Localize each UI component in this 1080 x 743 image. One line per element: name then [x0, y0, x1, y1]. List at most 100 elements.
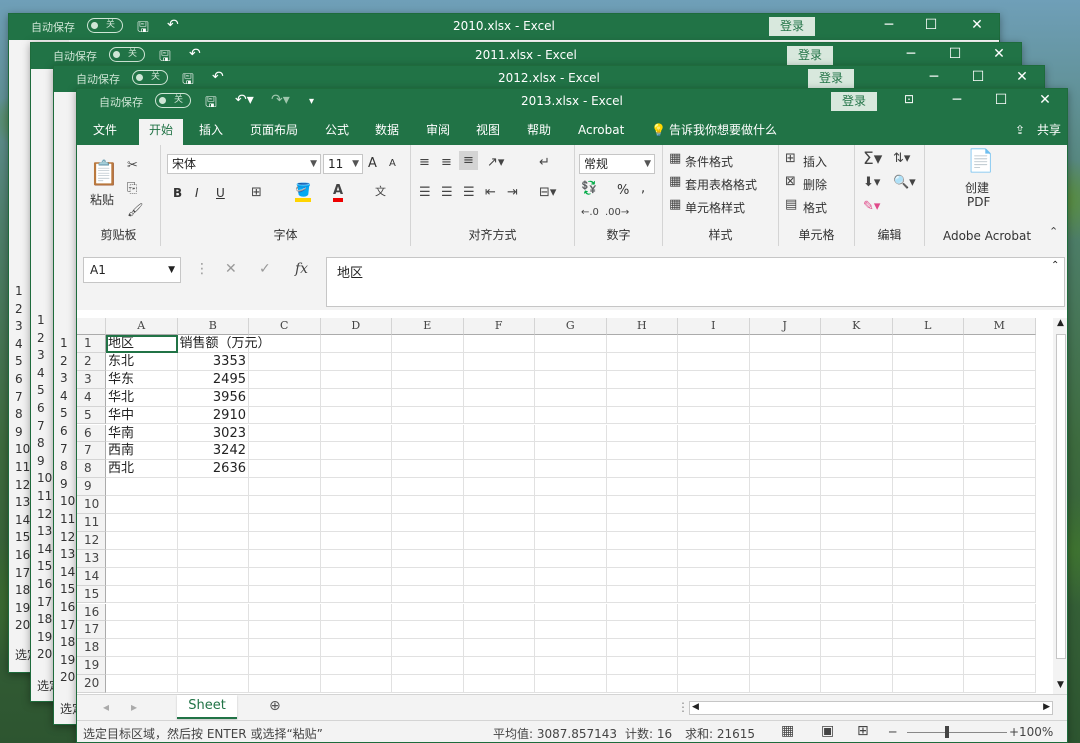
table-cell[interactable] [749, 388, 821, 407]
table-cell[interactable] [892, 621, 964, 640]
table-cell[interactable] [964, 567, 1036, 586]
table-cell[interactable] [964, 442, 1036, 461]
table-cell[interactable] [892, 531, 964, 550]
table-cell[interactable] [392, 675, 464, 693]
table-cell[interactable] [964, 531, 1036, 550]
table-cell[interactable] [749, 639, 821, 658]
tab-page-layout[interactable]: 页面布局 [250, 122, 298, 145]
table-cell[interactable] [678, 460, 750, 479]
table-cell[interactable] [606, 549, 678, 568]
normal-view-icon[interactable]: ▦ [781, 723, 794, 739]
table-cell[interactable] [320, 603, 392, 622]
table-cell[interactable] [392, 567, 464, 586]
table-cell[interactable] [749, 424, 821, 443]
table-cell[interactable] [320, 531, 392, 550]
table-cell[interactable] [892, 603, 964, 622]
table-cell[interactable] [678, 585, 750, 604]
table-cell[interactable] [535, 352, 607, 371]
phonetic-icon[interactable]: 文 [375, 183, 386, 199]
table-cell[interactable] [678, 406, 750, 425]
table-cell[interactable] [535, 478, 607, 497]
table-cell[interactable] [320, 406, 392, 425]
row-header[interactable]: 10 [77, 496, 106, 514]
table-cell[interactable] [749, 406, 821, 425]
borders-icon[interactable]: ⊞ [251, 185, 262, 200]
maximize-icon[interactable]: ☐ [991, 92, 1011, 108]
table-cell[interactable] [320, 567, 392, 586]
row-header[interactable]: 7 [77, 442, 106, 461]
align-right-icon[interactable]: ☰ [463, 185, 475, 200]
tab-formulas[interactable]: 公式 [325, 122, 349, 145]
align-top-icon[interactable]: ≡ [419, 155, 430, 170]
tab-home[interactable]: 开始 [139, 119, 184, 145]
scroll-left-icon[interactable]: ◀ [692, 702, 699, 712]
table-cell[interactable] [678, 531, 750, 550]
zoom-slider-thumb[interactable] [945, 726, 949, 738]
tab-review[interactable]: 审阅 [426, 122, 450, 145]
table-cell[interactable] [320, 370, 392, 389]
table-cell[interactable] [535, 335, 607, 353]
column-header[interactable]: L [892, 318, 964, 335]
table-cell[interactable]: 2910 [177, 406, 249, 425]
minimize-icon[interactable]: ─ [901, 46, 921, 62]
table-cell[interactable] [249, 496, 321, 514]
table-cell[interactable] [606, 442, 678, 461]
table-cell[interactable] [106, 531, 178, 550]
window-2013[interactable]: 自动保存 关 🖫 ↶▾ ↷▾ ▾ 2013.xlsx - Excel 登录 ⊡ … [76, 88, 1068, 743]
table-cell[interactable] [964, 603, 1036, 622]
table-cell[interactable] [463, 675, 535, 693]
column-header[interactable]: J [749, 318, 821, 335]
table-cell[interactable] [678, 370, 750, 389]
table-cell[interactable] [463, 585, 535, 604]
table-cell[interactable] [463, 514, 535, 532]
autosum-icon[interactable]: Σ▾ [863, 149, 882, 169]
column-header[interactable]: H [606, 318, 678, 335]
table-cell[interactable] [892, 406, 964, 425]
table-cell[interactable] [463, 496, 535, 514]
table-cell[interactable] [177, 675, 249, 693]
zoom-slider[interactable] [907, 732, 1007, 733]
table-cell[interactable] [892, 675, 964, 693]
align-left-icon[interactable]: ☰ [419, 185, 431, 200]
table-cell[interactable] [892, 352, 964, 371]
font-size-select[interactable]: 11 ▼ [323, 154, 363, 174]
next-sheet-icon[interactable]: ▸ [131, 700, 137, 714]
table-cell[interactable] [821, 567, 893, 586]
find-select-icon[interactable]: 🔍▾ [893, 175, 916, 190]
prev-sheet-icon[interactable]: ◂ [103, 700, 109, 714]
table-cell[interactable] [821, 352, 893, 371]
table-cell[interactable] [535, 442, 607, 461]
table-cell[interactable] [249, 478, 321, 497]
table-cell[interactable] [678, 603, 750, 622]
table-cell[interactable] [892, 567, 964, 586]
table-cell[interactable] [821, 442, 893, 461]
insert-function-icon[interactable]: fx [295, 261, 308, 277]
zoom-in-button[interactable]: + [1009, 725, 1019, 739]
column-header[interactable]: K [821, 318, 893, 335]
login-button[interactable]: 登录 [808, 69, 854, 88]
italic-button[interactable]: I [195, 186, 199, 200]
table-cell[interactable] [964, 675, 1036, 693]
column-header[interactable]: A [106, 318, 178, 335]
table-cell[interactable] [249, 567, 321, 586]
tab-data[interactable]: 数据 [375, 122, 399, 145]
table-cell[interactable] [821, 406, 893, 425]
table-cell[interactable] [821, 639, 893, 658]
table-cell[interactable] [463, 370, 535, 389]
row-header[interactable]: 9 [77, 478, 106, 497]
table-cell[interactable] [964, 370, 1036, 389]
font-color-icon[interactable]: A [333, 183, 344, 202]
formula-input[interactable]: 地区 [326, 257, 1065, 307]
table-cell[interactable] [606, 603, 678, 622]
table-cell[interactable] [249, 406, 321, 425]
table-cell[interactable] [320, 657, 392, 676]
table-cell[interactable]: 华北 [106, 388, 178, 407]
font-name-select[interactable]: 宋体 ▼ [167, 154, 321, 174]
table-cell[interactable] [177, 639, 249, 658]
undo-icon[interactable]: ↶ [212, 69, 224, 85]
table-cell[interactable] [535, 567, 607, 586]
table-cell[interactable] [463, 388, 535, 407]
table-cell[interactable] [821, 335, 893, 353]
table-cell[interactable] [535, 460, 607, 479]
table-cell[interactable] [606, 460, 678, 479]
